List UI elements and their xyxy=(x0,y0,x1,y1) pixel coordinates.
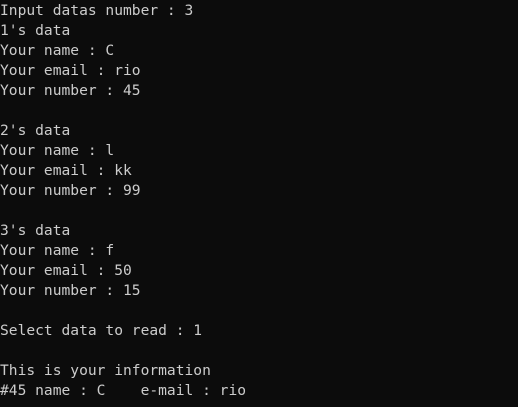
record-1-heading: 1's data xyxy=(0,22,71,39)
record-1-name: Your name : C xyxy=(0,42,115,59)
prompt-select-data: Select data to read : 1 xyxy=(0,322,203,339)
record-1-number: Your number : 45 xyxy=(0,82,141,99)
record-2-email: Your email : kk xyxy=(0,162,132,179)
record-3-number: Your number : 15 xyxy=(0,282,141,299)
record-1-email: Your email : rio xyxy=(0,62,141,79)
console-output[interactable]: Input datas number : 3 1's data Your nam… xyxy=(0,0,518,407)
info-heading: This is your information xyxy=(0,362,211,379)
record-3-name: Your name : f xyxy=(0,242,115,259)
record-3-heading: 3's data xyxy=(0,222,71,239)
prompt-data-count: Input datas number : 3 xyxy=(0,2,194,19)
record-2-number: Your number : 99 xyxy=(0,182,141,199)
record-2-name: Your name : l xyxy=(0,142,115,159)
record-3-email: Your email : 50 xyxy=(0,262,132,279)
record-2-heading: 2's data xyxy=(0,122,71,139)
info-result: #45 name : C e-mail : rio xyxy=(0,382,247,399)
